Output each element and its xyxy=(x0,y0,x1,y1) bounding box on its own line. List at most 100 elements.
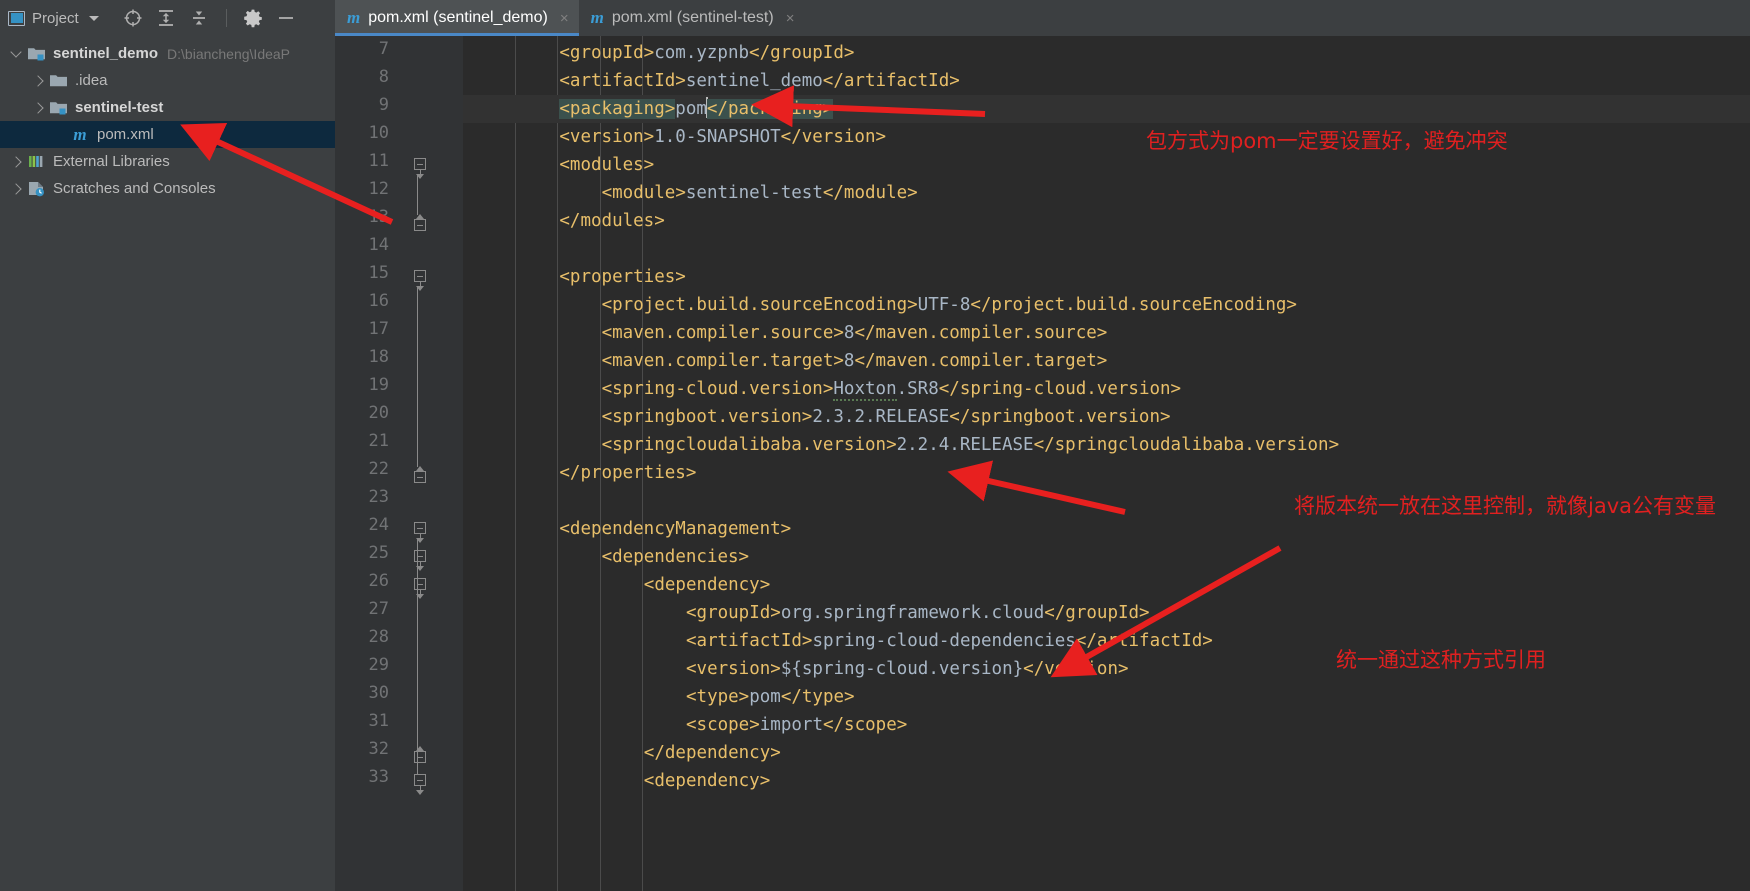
chevron-down-icon[interactable] xyxy=(88,15,99,21)
fold-expanded-icon[interactable] xyxy=(414,774,427,795)
tab-pom-sentinel-test[interactable]: m pom.xml (sentinel-test) × xyxy=(579,0,805,36)
chevron-closed-icon[interactable] xyxy=(28,101,48,114)
line-number: 30 xyxy=(368,683,389,703)
code-token: 2.3.2.RELEASE xyxy=(812,407,950,427)
fold-end-icon[interactable] xyxy=(414,466,427,483)
code-line[interactable]: <packaging>pom</packaging> xyxy=(463,95,1750,123)
code-line[interactable]: <scope>import</scope> xyxy=(463,711,1750,739)
toolbar-separator xyxy=(225,9,227,27)
editor-tab-strip: m pom.xml (sentinel_demo) × m pom.xml (s… xyxy=(335,0,1750,36)
code-line[interactable]: <dependencies> xyxy=(463,543,1750,571)
close-icon[interactable]: × xyxy=(560,10,569,27)
code-token: </type> xyxy=(780,687,855,707)
code-token: <artifactId> xyxy=(559,71,686,91)
code-token: </packaging> xyxy=(706,99,834,119)
close-icon[interactable]: × xyxy=(786,10,795,27)
collapse-all-icon[interactable] xyxy=(189,8,210,29)
code-token: <maven.compiler.target> xyxy=(601,351,844,371)
tree-node-scratches-and-consoles[interactable]: Scratches and Consoles xyxy=(0,175,335,202)
code-token: .SR8 xyxy=(896,379,939,399)
scratches-icon xyxy=(26,180,46,198)
code-line[interactable]: <properties> xyxy=(463,263,1750,291)
expand-all-icon[interactable] xyxy=(156,8,177,29)
code-token: </version> xyxy=(1023,659,1129,679)
code-line[interactable]: <groupId>org.springframework.cloud</grou… xyxy=(463,599,1750,627)
code-token: import xyxy=(759,715,823,735)
locate-icon[interactable] xyxy=(123,8,144,29)
minimize-icon[interactable] xyxy=(276,8,297,29)
line-number: 28 xyxy=(368,627,389,647)
project-tree[interactable]: sentinel_demo D:\biancheng\IdeaP .idea sent… xyxy=(0,36,335,891)
tree-node-pom-xml[interactable]: m pom.xml xyxy=(0,121,335,148)
line-number: 22 xyxy=(368,459,389,479)
code-token: 8 xyxy=(843,323,855,343)
chevron-closed-icon[interactable] xyxy=(6,155,26,168)
code-editor[interactable]: 7 8 9 10 11 12 13 14 15 16 17 18 19 20 21 22 23 24 25 26 27 2… xyxy=(335,36,1750,891)
fold-marker-column[interactable] xyxy=(411,36,433,891)
code-token: <project.build.sourceEncoding> xyxy=(601,295,918,315)
fold-expanded-icon[interactable] xyxy=(414,522,427,543)
settings-gear-icon[interactable] xyxy=(243,8,264,29)
project-title-button[interactable]: Project xyxy=(8,10,99,27)
editor-code-area[interactable]: <groupId>com.yzpnb</groupId> <artifactId>… xyxy=(463,36,1750,891)
line-number: 29 xyxy=(368,655,389,675)
fold-region-line xyxy=(416,175,418,215)
tree-node-label: pom.xml xyxy=(97,126,154,143)
code-token: </springboot.version> xyxy=(949,407,1171,427)
line-number: 15 xyxy=(368,263,389,283)
code-line[interactable]: <version>1.0-SNAPSHOT</version> xyxy=(463,123,1750,151)
line-number: 25 xyxy=(368,543,389,563)
tree-node-sentinel-demo[interactable]: sentinel_demo D:\biancheng\IdeaP xyxy=(0,40,335,67)
tree-node-external-libraries[interactable]: External Libraries xyxy=(0,148,335,175)
fold-expanded-icon[interactable] xyxy=(414,158,427,179)
tree-node-idea[interactable]: .idea xyxy=(0,67,335,94)
code-token: </modules> xyxy=(559,211,665,231)
code-line[interactable]: <dependency> xyxy=(463,571,1750,599)
code-line[interactable]: </dependency> xyxy=(463,739,1750,767)
code-line[interactable]: </modules> xyxy=(463,207,1750,235)
line-number: 23 xyxy=(368,487,389,507)
code-line[interactable]: <module>sentinel-test</module> xyxy=(463,179,1750,207)
code-line[interactable]: <artifactId>spring-cloud-dependencies</a… xyxy=(463,627,1750,655)
code-line[interactable]: <maven.compiler.source>8</maven.compiler… xyxy=(463,319,1750,347)
code-line[interactable]: </properties> xyxy=(463,459,1750,487)
idea-window: Project m pom.xml (sentinel_demo) × m po… xyxy=(0,0,1750,891)
code-token: pom xyxy=(675,99,707,119)
code-line[interactable]: <spring-cloud.version>Hoxton.SR8</spring… xyxy=(463,375,1750,403)
libraries-icon xyxy=(26,153,46,171)
code-line[interactable]: <modules> xyxy=(463,151,1750,179)
code-line[interactable] xyxy=(463,235,1750,263)
code-line[interactable]: <version>${spring-cloud.version}</versio… xyxy=(463,655,1750,683)
editor-gutter[interactable]: 7 8 9 10 11 12 13 14 15 16 17 18 19 20 21 22 23 24 25 26 27 2… xyxy=(335,36,463,891)
code-line[interactable] xyxy=(463,487,1750,515)
code-line[interactable]: <dependencyManagement> xyxy=(463,515,1750,543)
tree-node-label: External Libraries xyxy=(53,153,170,170)
chevron-closed-icon[interactable] xyxy=(28,74,48,87)
line-number: 26 xyxy=(368,571,389,591)
tree-node-label: .idea xyxy=(75,72,108,89)
chevron-closed-icon[interactable] xyxy=(6,182,26,195)
code-line[interactable]: <type>pom</type> xyxy=(463,683,1750,711)
fold-expanded-icon[interactable] xyxy=(414,270,427,291)
fold-region-line xyxy=(416,595,418,747)
code-token: sentinel-test xyxy=(685,183,823,203)
chevron-open-icon[interactable] xyxy=(6,46,26,59)
code-line[interactable]: <artifactId>sentinel_demo</artifactId> xyxy=(463,67,1750,95)
tree-node-sentinel-test[interactable]: sentinel-test xyxy=(0,94,335,121)
line-number: 18 xyxy=(368,347,389,367)
line-number: 9 xyxy=(378,95,389,115)
line-number: 32 xyxy=(368,739,389,759)
code-token: <modules> xyxy=(559,155,655,175)
code-line[interactable]: <project.build.sourceEncoding>UTF-8</pro… xyxy=(463,291,1750,319)
code-token: <scope> xyxy=(686,715,760,735)
code-line[interactable]: <springcloudalibaba.version>2.2.4.RELEAS… xyxy=(463,431,1750,459)
code-line[interactable]: <maven.compiler.target>8</maven.compiler… xyxy=(463,347,1750,375)
code-line[interactable]: <groupId>com.yzpnb</groupId> xyxy=(463,39,1750,67)
fold-end-icon[interactable] xyxy=(414,214,427,231)
tab-pom-sentinel-demo[interactable]: m pom.xml (sentinel_demo) × xyxy=(335,0,579,36)
code-line[interactable]: <dependency> xyxy=(463,767,1750,795)
code-line[interactable]: <springboot.version>2.3.2.RELEASE</sprin… xyxy=(463,403,1750,431)
code-token: <module> xyxy=(601,183,686,203)
code-token: </project.build.sourceEncoding> xyxy=(970,295,1297,315)
code-token: 1.0-SNAPSHOT xyxy=(654,127,781,147)
